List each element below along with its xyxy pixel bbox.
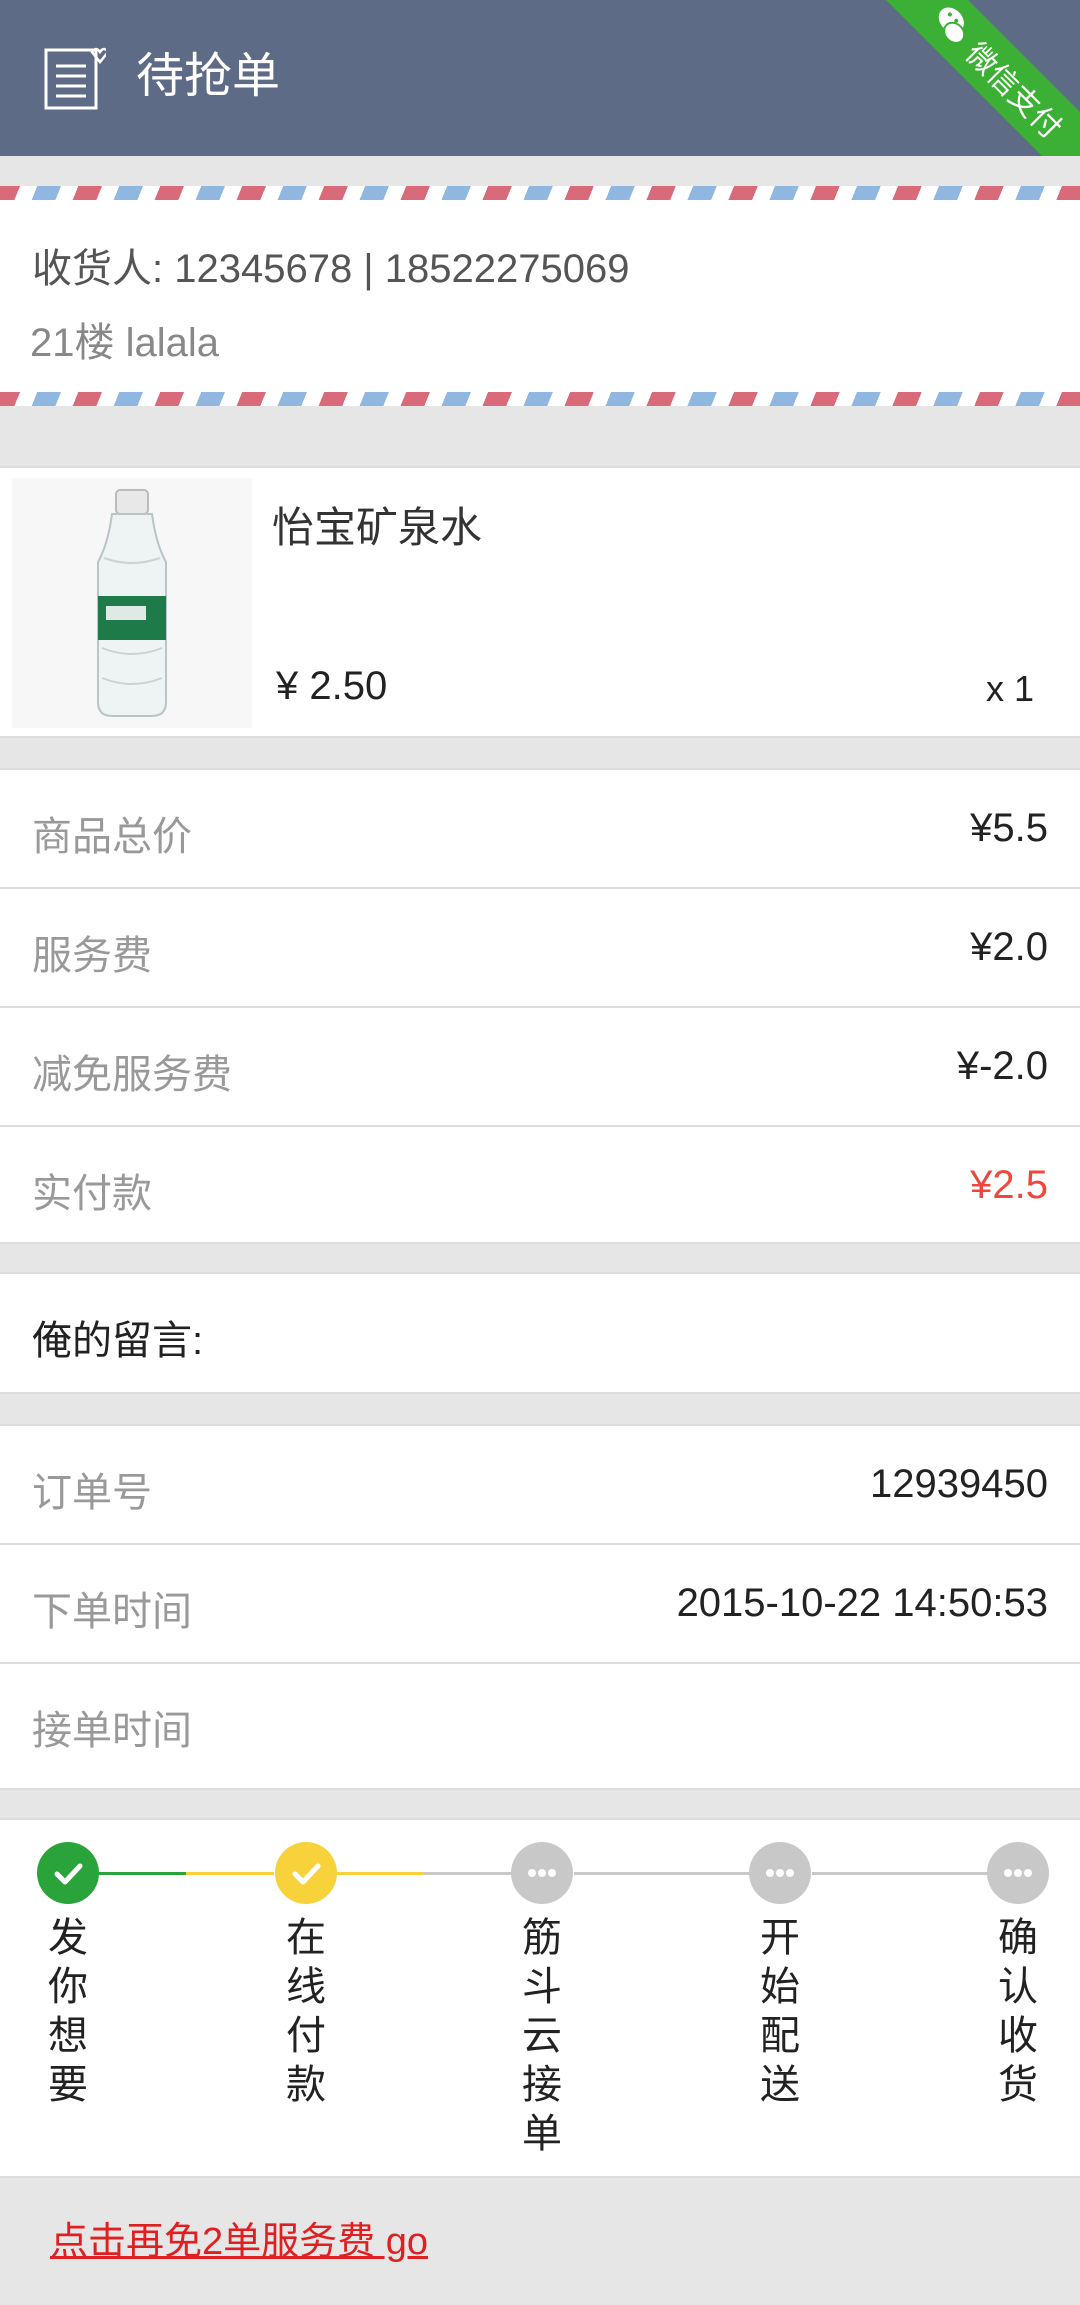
step-label-confirm: 确认收货 (998, 1916, 1038, 2107)
wechat-pay-label: 微信支付 (959, 37, 1068, 146)
progress-line (812, 1872, 988, 1875)
order-label: 订单号 (32, 1471, 152, 1515)
step-current-icon (275, 1842, 337, 1904)
fee-row-discount: 减免服务费 ¥-2.0 (0, 1008, 1080, 1127)
order-label: 下单时间 (32, 1590, 192, 1634)
airmail-stripe-bottom (0, 392, 1080, 406)
step-label-accept: 筋斗云接单 (522, 1916, 562, 2156)
progress-line (186, 1872, 274, 1875)
product-name: 怡宝矿泉水 (272, 504, 483, 551)
product-price: ¥ 2.50 (276, 664, 388, 708)
delivery-address: 21楼 lalala (30, 321, 220, 365)
receiver-info: 收货人: 12345678 | 18522275069 (32, 247, 630, 291)
step-label-submit: 发你想要 (48, 1916, 88, 2107)
order-row-placed-time: 下单时间 2015-10-22 14:50:53 (0, 1545, 1080, 1664)
message-label: 俺的留言: (32, 1319, 204, 1363)
product-item[interactable]: 怡宝矿泉水 ¥ 2.50 x 1 (0, 466, 1080, 738)
order-row-accepted-time: 接单时间 (0, 1664, 1080, 1783)
fee-label: 实付款 (32, 1172, 152, 1216)
water-bottle-icon (97, 489, 167, 717)
airmail-stripe-top (0, 186, 1080, 200)
progress-line (424, 1872, 512, 1875)
address-card: 收货人: 12345678 | 18522275069 21楼 lalala (0, 186, 1080, 406)
top-bar: 待抢单 微信支付 (0, 0, 1080, 156)
fee-value: ¥2.0 (970, 925, 1048, 969)
message-row[interactable]: 俺的留言: (0, 1274, 1080, 1393)
step-pending-icon (511, 1842, 573, 1904)
buyer-message[interactable]: 俺的留言: (0, 1272, 1080, 1394)
progress-line (574, 1872, 750, 1875)
fee-value: ¥-2.0 (956, 1044, 1048, 1088)
step-pending-icon (987, 1842, 1049, 1904)
total-paid-value: ¥2.5 (970, 1163, 1048, 1207)
promo-link[interactable]: 点击再免2单服务费 go (50, 2210, 428, 2265)
step-pending-icon (749, 1842, 811, 1904)
product-image (12, 478, 252, 728)
fee-label: 商品总价 (32, 815, 192, 859)
wechat-pay-badge: 微信支付 (843, 0, 1080, 156)
wechat-icon (938, 7, 966, 44)
fee-row-subtotal: 商品总价 ¥5.5 (0, 770, 1080, 889)
fee-label: 服务费 (32, 934, 152, 978)
order-row-number: 订单号 12939450 (0, 1426, 1080, 1545)
page-title: 待抢单 (136, 50, 281, 103)
progress-line (336, 1872, 424, 1875)
step-label-deliver: 开始配送 (760, 1916, 800, 2107)
order-label: 接单时间 (32, 1709, 192, 1753)
order-placed-time: 2015-10-22 14:50:53 (676, 1581, 1048, 1625)
step-label-pay: 在线付款 (286, 1916, 326, 2107)
fee-value: ¥5.5 (970, 806, 1048, 850)
order-list-icon (44, 47, 106, 110)
fee-row-service: 服务费 ¥2.0 (0, 889, 1080, 1008)
order-progress: 发你想要 在线付款 筋斗云接单 开始配送 确认收货 (0, 1818, 1080, 2178)
fee-summary: 商品总价 ¥5.5 服务费 ¥2.0 减免服务费 ¥-2.0 实付款 ¥2.5 (0, 768, 1080, 1244)
step-done-icon (37, 1842, 99, 1904)
fee-label: 减免服务费 (32, 1053, 232, 1097)
fee-row-total: 实付款 ¥2.5 (0, 1127, 1080, 1246)
product-quantity: x 1 (985, 668, 1034, 709)
order-info: 订单号 12939450 下单时间 2015-10-22 14:50:53 接单… (0, 1424, 1080, 1790)
order-number: 12939450 (870, 1462, 1048, 1506)
